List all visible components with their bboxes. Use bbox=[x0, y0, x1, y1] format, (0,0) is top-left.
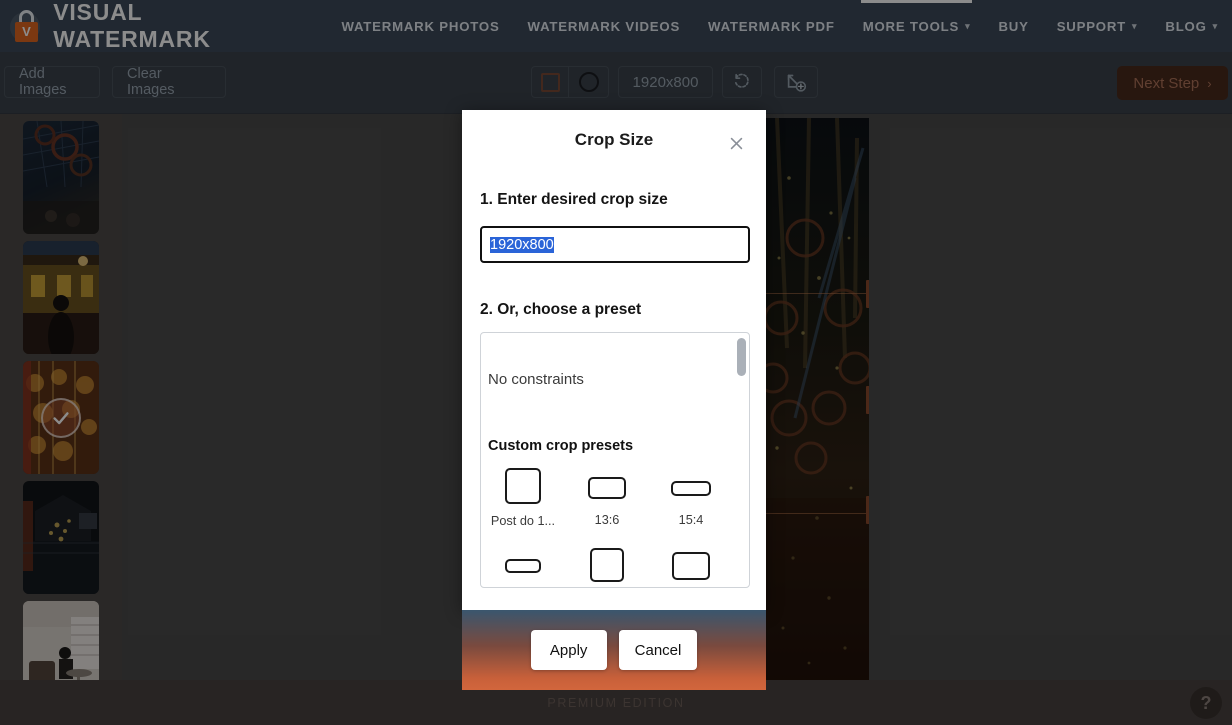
nav-label: BLOG bbox=[1165, 18, 1207, 34]
apply-button[interactable]: Apply bbox=[530, 630, 607, 670]
next-step-button[interactable]: Next Step › bbox=[1117, 66, 1228, 100]
circle-icon bbox=[578, 72, 599, 92]
resize-image-button[interactable] bbox=[774, 66, 818, 98]
preset-shape-icon bbox=[505, 559, 541, 573]
preset-item-3[interactable]: 15:4 bbox=[649, 468, 733, 528]
preset-item-1[interactable]: Post do 1... bbox=[481, 468, 565, 528]
preset-item-6[interactable] bbox=[649, 548, 733, 587]
add-images-button[interactable]: Add Images bbox=[4, 66, 100, 98]
resize-add-icon bbox=[787, 74, 806, 92]
preset-list[interactable]: No constraints Custom crop presets Post … bbox=[480, 332, 750, 588]
crop-size-input[interactable] bbox=[479, 225, 751, 264]
square-icon bbox=[540, 72, 560, 92]
thumbnail-image bbox=[23, 241, 99, 354]
thumbnail-selected-badge bbox=[41, 397, 81, 438]
padlock-logo-icon: V bbox=[10, 8, 42, 44]
preset-item-2[interactable]: 13:6 bbox=[565, 468, 649, 528]
crop-handle-right-bottom[interactable] bbox=[866, 496, 869, 524]
ellipse-crop-button[interactable] bbox=[569, 66, 609, 98]
nav-item-watermark-pdf[interactable]: WATERMARK PDF bbox=[694, 0, 849, 52]
nav-item-watermark-videos[interactable]: WATERMARK VIDEOS bbox=[514, 0, 695, 52]
cancel-button[interactable]: Cancel bbox=[618, 630, 698, 670]
preset-grid: Post do 1... 13:6 15:4 bbox=[481, 468, 733, 587]
thumbnail-item-4[interactable] bbox=[23, 481, 99, 594]
chevron-right-icon: › bbox=[1207, 75, 1212, 91]
preset-item-5[interactable] bbox=[565, 548, 649, 587]
main-photo[interactable] bbox=[759, 118, 869, 690]
step-1-label: 1. Enter desired crop size bbox=[480, 191, 668, 208]
nav-label: SUPPORT bbox=[1056, 18, 1127, 34]
crop-guide-line bbox=[759, 513, 869, 514]
rotate-ccw-icon bbox=[735, 73, 749, 88]
thumbnail-image bbox=[23, 481, 99, 594]
chevron-down-icon: ▾ bbox=[965, 20, 971, 31]
preset-label: 15:4 bbox=[678, 513, 704, 527]
crop-guide-line bbox=[759, 293, 869, 294]
crop-size-dialog: Crop Size 1. Enter desired crop size 2. … bbox=[462, 110, 766, 690]
preset-shape-icon bbox=[505, 468, 541, 504]
main-nav: WATERMARK PHOTOS WATERMARK VIDEOS WATERM… bbox=[327, 0, 1232, 52]
rectangle-crop-button[interactable] bbox=[531, 66, 569, 98]
preset-item-4[interactable] bbox=[481, 548, 565, 587]
preset-no-constraints[interactable]: No constraints bbox=[488, 371, 584, 388]
reset-crop-button[interactable] bbox=[722, 66, 762, 98]
thumbnail-item-3[interactable] bbox=[23, 361, 99, 474]
scrollbar-thumb[interactable] bbox=[737, 338, 746, 376]
clear-images-button[interactable]: Clear Images bbox=[112, 66, 226, 98]
chevron-down-icon: ▾ bbox=[1212, 20, 1218, 31]
preset-list-scrollbar[interactable] bbox=[737, 336, 746, 584]
help-button[interactable]: ? bbox=[1190, 687, 1222, 719]
close-icon bbox=[730, 137, 742, 149]
thumbnail-item-2[interactable] bbox=[23, 241, 99, 354]
nav-item-watermark-photos[interactable]: WATERMARK PHOTOS bbox=[327, 0, 513, 52]
crop-size-button[interactable]: 1920x800 bbox=[618, 66, 713, 98]
preset-shape-icon bbox=[671, 481, 711, 496]
thumbnail-item-1[interactable] bbox=[23, 121, 99, 234]
brand-title: VISUAL WATERMARK bbox=[53, 0, 211, 52]
check-icon bbox=[53, 411, 69, 424]
dialog-body: Crop Size 1. Enter desired crop size 2. … bbox=[462, 110, 766, 610]
crop-handle-right-top[interactable] bbox=[866, 280, 869, 308]
logo[interactable]: V VISUAL WATERMARK bbox=[10, 0, 293, 53]
crop-handle-right-middle[interactable] bbox=[866, 386, 869, 414]
nav-label: MORE TOOLS bbox=[862, 18, 960, 34]
preset-label: 13:6 bbox=[594, 513, 620, 527]
logo-letter: V bbox=[15, 22, 38, 42]
nav-item-blog[interactable]: BLOG ▾ bbox=[1151, 0, 1232, 52]
preset-shape-icon bbox=[588, 477, 626, 499]
app-root: V VISUAL WATERMARK WATERMARK PHOTOS WATE… bbox=[0, 0, 1232, 725]
photo-image bbox=[759, 118, 869, 690]
nav-label: WATERMARK VIDEOS bbox=[527, 18, 681, 34]
nav-item-more-tools[interactable]: MORE TOOLS ▾ bbox=[849, 0, 985, 52]
dialog-title: Crop Size bbox=[574, 130, 654, 149]
nav-item-support[interactable]: SUPPORT ▾ bbox=[1043, 0, 1152, 52]
close-button[interactable] bbox=[724, 131, 748, 155]
preset-label: Post do 1... bbox=[490, 514, 556, 528]
crop-shape-toggle-group bbox=[531, 66, 609, 98]
nav-item-buy[interactable]: BUY bbox=[984, 0, 1042, 52]
site-header: V VISUAL WATERMARK WATERMARK PHOTOS WATE… bbox=[0, 0, 1232, 52]
nav-label: WATERMARK PHOTOS bbox=[341, 18, 500, 34]
thumbnail-sidebar[interactable] bbox=[0, 114, 122, 725]
nav-label: BUY bbox=[998, 18, 1029, 34]
dialog-footer: Apply Cancel bbox=[462, 610, 766, 690]
custom-presets-heading: Custom crop presets bbox=[488, 438, 634, 454]
preset-shape-icon bbox=[590, 548, 624, 582]
preset-shape-icon bbox=[672, 552, 710, 580]
next-step-label: Next Step bbox=[1133, 74, 1200, 92]
step-2-label: 2. Or, choose a preset bbox=[480, 301, 642, 318]
editor-toolbar: Add Images Clear Images 1920x800 Next St… bbox=[0, 52, 1232, 114]
thumbnail-image bbox=[23, 121, 99, 234]
premium-edition-label: PREMIUM EDITION bbox=[547, 695, 685, 710]
chevron-down-icon: ▾ bbox=[1132, 20, 1138, 31]
nav-label: WATERMARK PDF bbox=[708, 18, 835, 34]
